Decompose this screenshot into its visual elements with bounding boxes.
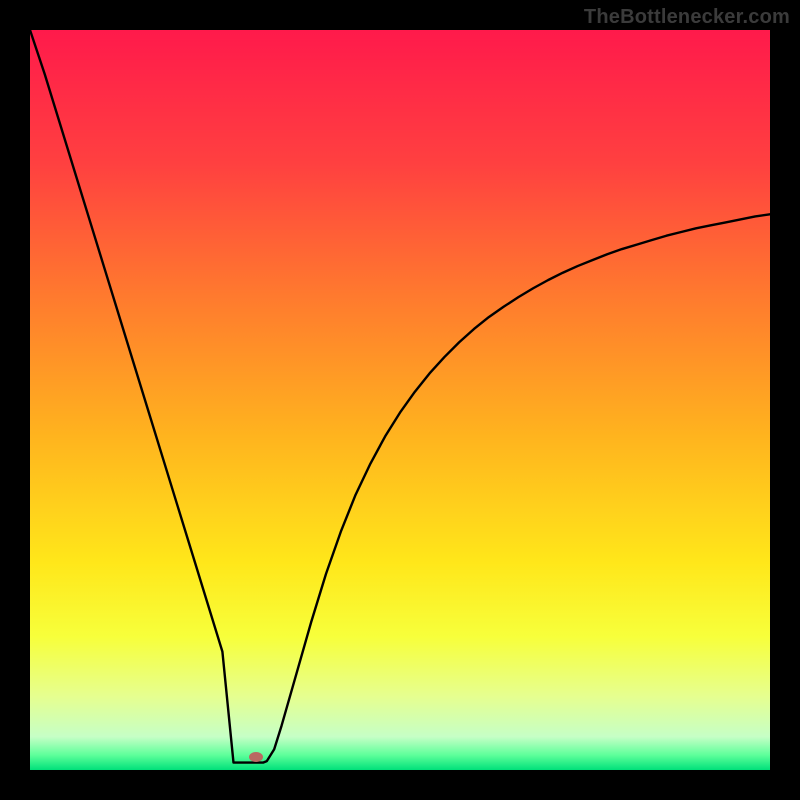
plot-area: [30, 30, 770, 770]
chart-frame: TheBottlenecker.com: [0, 0, 800, 800]
curve-layer: [30, 30, 770, 770]
watermark-text: TheBottlenecker.com: [584, 6, 790, 29]
bottleneck-curve: [30, 30, 770, 763]
optimum-marker: [249, 752, 263, 762]
